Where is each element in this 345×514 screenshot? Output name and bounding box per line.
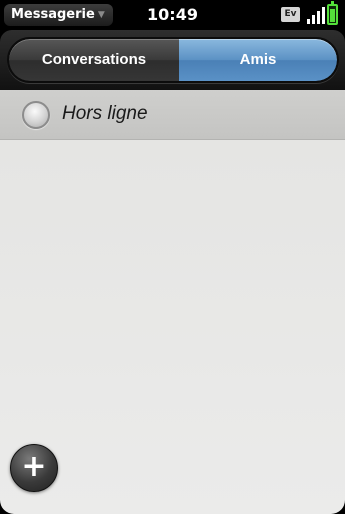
status-bar: Messagerie ▼ 10:49 Ev [0,0,345,30]
tab-amis[interactable]: Amis [179,39,337,81]
tab-selector: Conversations Amis [7,37,339,83]
network-badge: Ev [281,7,300,22]
device-screen: Messagerie ▼ 10:49 Ev Conversations Amis … [0,0,345,514]
offline-status-icon [22,101,50,129]
group-label: Hors ligne [62,103,148,124]
list-group-offline[interactable]: Hors ligne [0,90,345,140]
header-bar: Conversations Amis [0,30,345,90]
tab-conversations[interactable]: Conversations [9,39,179,81]
signal-bars-icon [307,7,325,24]
add-button[interactable]: + [10,444,58,492]
battery-icon [327,1,338,25]
battery-level [330,9,335,22]
plus-icon: + [21,449,47,484]
